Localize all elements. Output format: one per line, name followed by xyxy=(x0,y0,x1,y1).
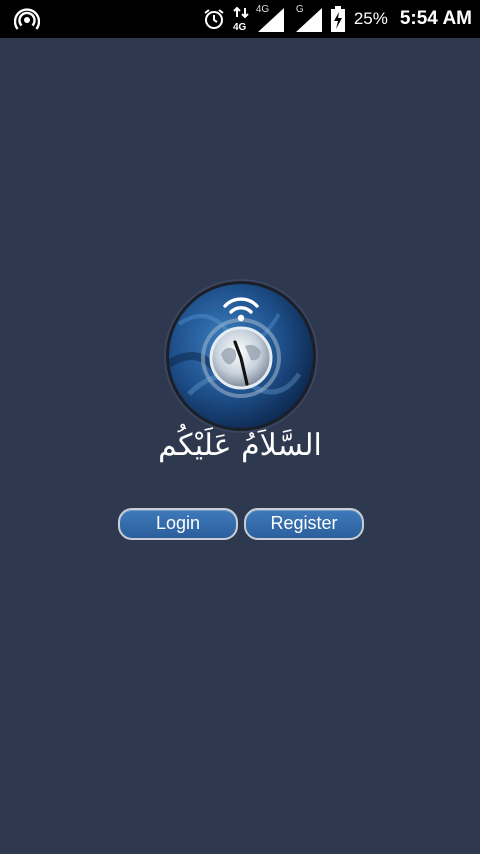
data-arrows-icon: 4G xyxy=(233,6,249,32)
greeting-text: السَّلاَمُ عَلَيْكُم xyxy=(158,428,322,463)
signal-icon xyxy=(257,8,284,32)
svg-text:4G: 4G xyxy=(233,22,247,32)
app-logo xyxy=(166,281,316,431)
signal-icon xyxy=(295,8,322,32)
status-icons: 4G 4G G 25% 5:54 AM xyxy=(202,0,472,38)
login-button[interactable]: Login xyxy=(118,508,238,540)
status-bar: 4G 4G G 25% 5:54 AM xyxy=(0,0,480,38)
globe-clock-wifi-logo-icon xyxy=(169,297,302,398)
alarm-icon xyxy=(204,9,224,29)
hotspot-icon xyxy=(14,8,40,30)
clock-time: 5:54 AM xyxy=(399,8,472,29)
register-button[interactable]: Register xyxy=(244,508,364,540)
battery-percent: 25% xyxy=(353,9,388,28)
main-screen: السَّلاَمُ عَلَيْكُم Login Register xyxy=(0,38,480,854)
signal-g: G xyxy=(292,4,324,32)
signal-4g: 4G xyxy=(256,4,286,32)
battery-charging-icon xyxy=(330,6,345,32)
